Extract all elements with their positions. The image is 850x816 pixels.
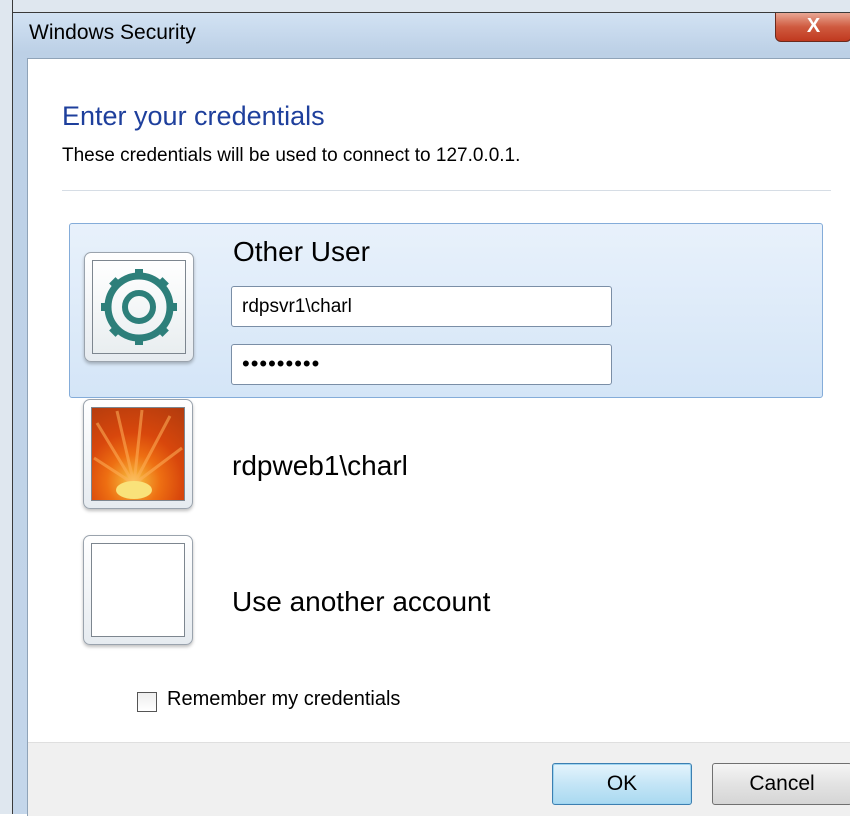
background-window-edge bbox=[0, 0, 850, 13]
dialog-footer: OK Cancel bbox=[28, 742, 850, 816]
credential-tile-other-user[interactable]: Other User ••••••••• bbox=[69, 223, 823, 398]
window-title: Windows Security bbox=[29, 21, 196, 44]
gear-icon bbox=[92, 260, 186, 354]
close-icon: X bbox=[806, 15, 821, 37]
remember-credentials-checkbox[interactable] bbox=[137, 692, 157, 712]
dialog-heading: Enter your credentials bbox=[62, 101, 325, 131]
user-name-rdpweb1: rdpweb1\charl bbox=[232, 450, 408, 481]
ok-button[interactable]: OK bbox=[552, 763, 692, 805]
cancel-button[interactable]: Cancel bbox=[712, 763, 850, 805]
avatar-frame bbox=[83, 535, 193, 645]
close-button[interactable]: X bbox=[775, 13, 850, 42]
blank-avatar-icon bbox=[91, 543, 185, 637]
dialog-subtext: These credentials will be used to connec… bbox=[62, 145, 521, 166]
title-bar[interactable]: Windows Security X bbox=[13, 13, 850, 57]
divider bbox=[62, 190, 831, 191]
windows-security-dialog: Windows Security X Enter your credential… bbox=[13, 13, 850, 816]
background-window-left-edge bbox=[0, 0, 13, 814]
remember-credentials-label[interactable]: Remember my credentials bbox=[167, 688, 400, 711]
user-name-use-another-account: Use another account bbox=[232, 586, 491, 617]
avatar-frame bbox=[84, 252, 194, 362]
password-field[interactable]: ••••••••• bbox=[231, 344, 612, 385]
user-name-other-user: Other User bbox=[233, 236, 370, 267]
username-field[interactable] bbox=[231, 286, 612, 327]
dialog-body: Enter your credentials These credentials… bbox=[27, 58, 850, 816]
avatar-frame bbox=[83, 399, 193, 509]
flower-avatar-icon bbox=[91, 407, 185, 501]
